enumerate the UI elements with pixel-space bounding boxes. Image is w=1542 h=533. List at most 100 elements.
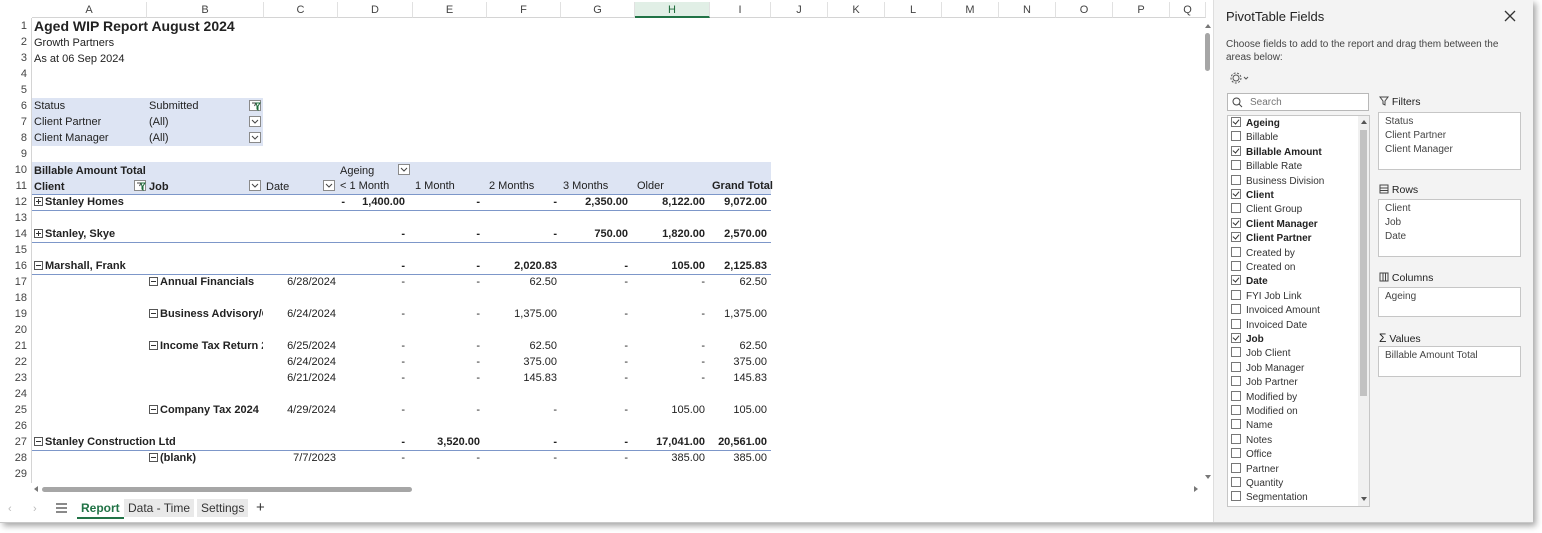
- collapse-icon[interactable]: [34, 437, 43, 446]
- field-item[interactable]: Business Division: [1231, 174, 1324, 189]
- next-sheet-icon[interactable]: ›: [33, 503, 37, 515]
- field-checkbox[interactable]: [1231, 145, 1241, 156]
- field-checkbox[interactable]: [1231, 232, 1241, 243]
- field-item[interactable]: Job Manager: [1231, 361, 1304, 376]
- horizontal-scroll-thumb[interactable]: [42, 487, 412, 492]
- row-header-2[interactable]: 2: [0, 34, 31, 50]
- row-header-5[interactable]: 5: [0, 82, 31, 98]
- field-item[interactable]: Segmentation: [1231, 491, 1308, 505]
- column-header-f[interactable]: F: [487, 2, 561, 18]
- column-header-d[interactable]: D: [338, 2, 413, 18]
- row-header-25[interactable]: 25: [0, 402, 31, 418]
- search-input[interactable]: [1250, 95, 1360, 109]
- field-item[interactable]: Date: [1231, 275, 1268, 289]
- job-row-label[interactable]: Business Advisory/Gei: [149, 306, 263, 322]
- columns-area-item[interactable]: Ageing: [1379, 290, 1520, 304]
- row-header-20[interactable]: 20: [0, 322, 31, 338]
- field-checkbox[interactable]: [1231, 333, 1241, 343]
- field-checkbox[interactable]: [1231, 491, 1241, 502]
- field-item[interactable]: Billable: [1231, 131, 1278, 145]
- prev-sheet-icon[interactable]: ‹: [8, 503, 12, 515]
- field-item[interactable]: FYI Job Link: [1231, 289, 1302, 304]
- collapse-icon[interactable]: [149, 405, 158, 414]
- field-item[interactable]: Client Partner: [1231, 232, 1312, 246]
- scroll-up-icon[interactable]: [1205, 24, 1211, 28]
- column-header-o[interactable]: O: [1056, 2, 1113, 18]
- field-item[interactable]: Client Manager: [1231, 217, 1318, 232]
- expand-icon[interactable]: [34, 197, 43, 206]
- row-header-27[interactable]: 27: [0, 434, 31, 450]
- row-header-22[interactable]: 22: [0, 354, 31, 370]
- collapse-icon[interactable]: [149, 277, 158, 286]
- scroll-right-icon[interactable]: [1194, 486, 1198, 492]
- row-header-4[interactable]: 4: [0, 66, 31, 82]
- rows-area-item[interactable]: Date: [1379, 230, 1520, 244]
- column-header-n[interactable]: N: [999, 2, 1056, 18]
- row-header-13[interactable]: 13: [0, 210, 31, 226]
- scroll-up-icon[interactable]: [1361, 120, 1367, 124]
- collapse-icon[interactable]: [149, 453, 158, 462]
- filter-dropdown-button[interactable]: [249, 100, 261, 111]
- column-header-b[interactable]: B: [147, 2, 264, 18]
- field-checkbox[interactable]: [1231, 361, 1241, 372]
- job-row-label[interactable]: Company Tax 2024: [149, 402, 263, 418]
- job-filter-button[interactable]: [249, 180, 261, 191]
- field-item[interactable]: Billable Amount: [1231, 145, 1322, 160]
- row-header-21[interactable]: 21: [0, 338, 31, 354]
- filters-area-item[interactable]: Client Manager: [1379, 143, 1520, 157]
- row-header-8[interactable]: 8: [0, 130, 31, 146]
- settings-gear-button[interactable]: [1230, 72, 1252, 87]
- client-row-label[interactable]: Stanley, Skye: [34, 226, 115, 242]
- client-row-label[interactable]: Marshall, Frank: [34, 258, 126, 274]
- field-checkbox[interactable]: [1231, 246, 1241, 257]
- filters-area-item[interactable]: Status: [1379, 115, 1520, 129]
- field-checkbox[interactable]: [1231, 390, 1241, 401]
- field-search-box[interactable]: [1227, 93, 1369, 111]
- field-checkbox[interactable]: [1231, 405, 1241, 415]
- collapse-icon[interactable]: [34, 261, 43, 270]
- field-item[interactable]: Name: [1231, 419, 1273, 433]
- columns-area-box[interactable]: Ageing: [1378, 287, 1521, 317]
- filter-dropdown-button[interactable]: [249, 132, 261, 143]
- job-row-label[interactable]: Income Tax Return 20:: [149, 338, 263, 354]
- values-area-box[interactable]: Billable Amount Total: [1378, 346, 1521, 377]
- row-header-17[interactable]: 17: [0, 274, 31, 290]
- field-checkbox[interactable]: [1231, 376, 1241, 387]
- column-header-h[interactable]: H: [635, 2, 710, 18]
- client-row-label[interactable]: Stanley Homes: [34, 194, 124, 210]
- all-sheets-menu-icon[interactable]: [56, 503, 67, 513]
- vertical-scroll-thumb[interactable]: [1205, 33, 1210, 71]
- scroll-down-icon[interactable]: [1361, 497, 1367, 501]
- field-checkbox[interactable]: [1231, 131, 1241, 142]
- field-checkbox[interactable]: [1231, 117, 1241, 127]
- scroll-left-icon[interactable]: [34, 486, 38, 492]
- column-header-k[interactable]: K: [828, 2, 885, 18]
- field-list-scrollbar[interactable]: [1358, 116, 1369, 506]
- field-item[interactable]: Client: [1231, 189, 1274, 203]
- column-header-i[interactable]: I: [710, 2, 771, 18]
- field-item[interactable]: Created by: [1231, 246, 1295, 261]
- field-checkbox[interactable]: [1231, 433, 1241, 444]
- add-sheet-button[interactable]: +: [252, 499, 269, 517]
- row-header-3[interactable]: 3: [0, 50, 31, 66]
- field-item[interactable]: Invoiced Amount: [1231, 304, 1320, 318]
- row-header-29[interactable]: 29: [0, 466, 31, 482]
- rows-area-box[interactable]: Client Job Date: [1378, 199, 1521, 257]
- job-row-label[interactable]: Annual Financials: [149, 274, 263, 290]
- column-header-e[interactable]: E: [413, 2, 487, 18]
- field-item[interactable]: Notes: [1231, 433, 1272, 448]
- field-checkbox[interactable]: [1231, 261, 1241, 271]
- row-header-16[interactable]: 16: [0, 258, 31, 274]
- field-checkbox[interactable]: [1231, 275, 1241, 286]
- field-checkbox[interactable]: [1231, 203, 1241, 214]
- close-icon[interactable]: [1503, 9, 1517, 23]
- expand-icon[interactable]: [34, 229, 43, 238]
- field-item[interactable]: Partner: [1231, 462, 1279, 477]
- row-header-23[interactable]: 23: [0, 370, 31, 386]
- ageing-dropdown[interactable]: [398, 164, 410, 175]
- worksheet-grid[interactable]: ABCDEFGHIJKLMNOPQ 1 2 3 4 5 6 7 8 9 10 11 12 13 14 15 1…: [0, 0, 1212, 522]
- scroll-down-icon[interactable]: [1205, 475, 1211, 479]
- date-filter-button[interactable]: [323, 180, 335, 191]
- field-checkbox[interactable]: [1231, 448, 1241, 459]
- field-item[interactable]: Invoiced Date: [1231, 318, 1307, 333]
